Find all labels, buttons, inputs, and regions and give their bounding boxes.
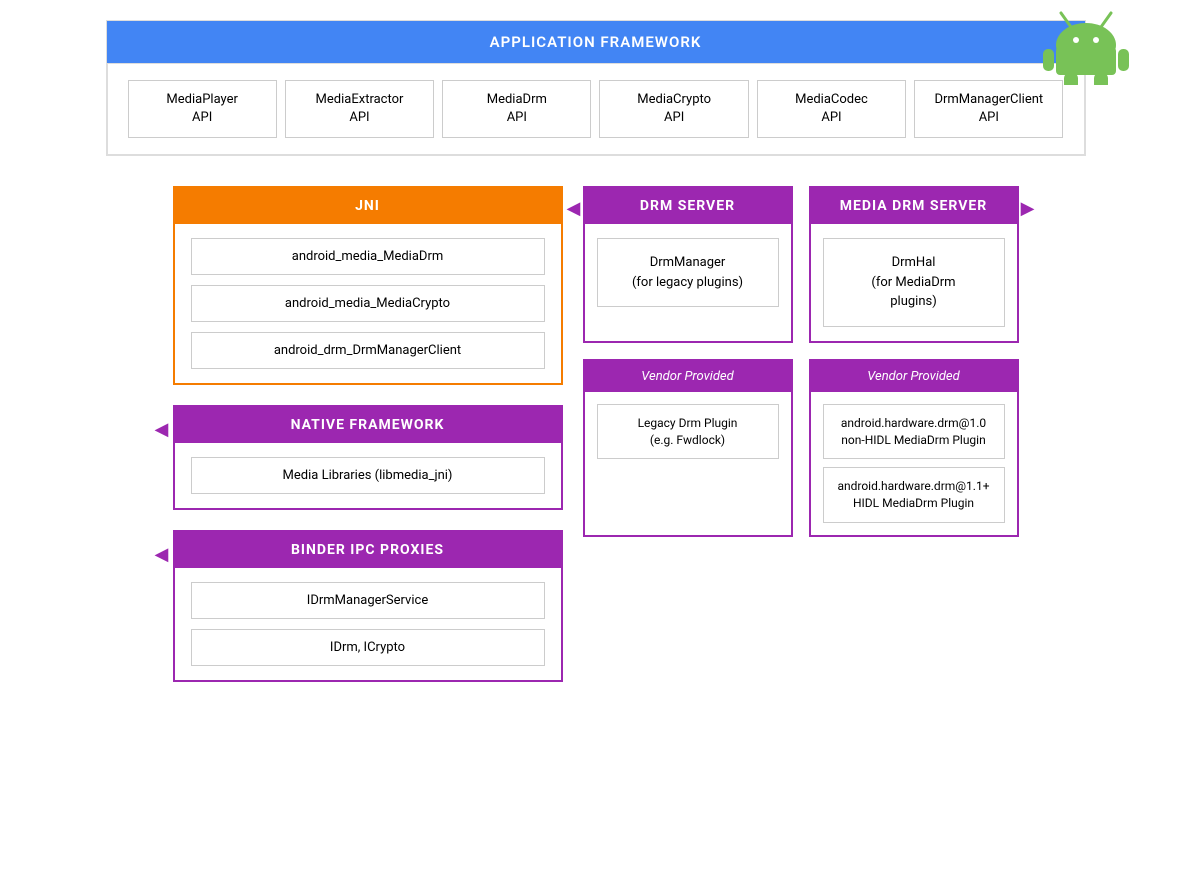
right-columns-wrapper: ◀ DRM SERVER DrmManager(for legacy plugi… — [583, 186, 1019, 682]
native-framework-item-1: Media Libraries (libmedia_jni) — [191, 457, 545, 494]
native-framework-body: Media Libraries (libmedia_jni) — [175, 443, 561, 508]
mediaplayer-api: MediaPlayerAPI — [128, 80, 277, 138]
jni-header: JNI — [175, 188, 561, 224]
media-drm-server-header: MEDIA DRM SERVER — [811, 188, 1017, 224]
binder-ipc-section: ◀ BINDER IPC PROXIES IDrmManagerService … — [173, 530, 563, 682]
mediadrm-api: MediaDrmAPI — [442, 80, 591, 138]
app-framework-body: MediaPlayerAPI MediaExtractorAPI MediaDr… — [107, 63, 1085, 155]
left-column: JNI android_media_MediaDrm android_media… — [173, 186, 563, 682]
native-framework-arrow: ◀ — [155, 419, 169, 440]
mediacodec-api: MediaCodecAPI — [757, 80, 906, 138]
main-content: JNI android_media_MediaDrm android_media… — [60, 186, 1131, 682]
native-framework-header: NATIVE FRAMEWORK — [175, 407, 561, 443]
media-drm-server-item: DrmHal(for MediaDrmplugins) — [823, 238, 1005, 327]
media-drm-server-body: DrmHal(for MediaDrmplugins) — [811, 224, 1017, 341]
app-framework-section: APPLICATION FRAMEWORK MediaPlayerAPI Med… — [106, 20, 1086, 156]
drm-server-section: ◀ DRM SERVER DrmManager(for legacy plugi… — [583, 186, 793, 343]
native-framework-section: ◀ NATIVE FRAMEWORK Media Libraries (libm… — [173, 405, 563, 510]
media-drm-server-section: ▶ MEDIA DRM SERVER DrmHal(for MediaDrmpl… — [809, 186, 1019, 343]
binder-ipc-arrow: ◀ — [155, 544, 169, 565]
binder-ipc-body: IDrmManagerService IDrm, ICrypto — [175, 568, 561, 680]
jni-body: android_media_MediaDrm android_media_Med… — [175, 224, 561, 383]
jni-item-3: android_drm_DrmManagerClient — [191, 332, 545, 369]
drmmanagerclient-api: DrmManagerClientAPI — [914, 80, 1063, 138]
binder-ipc-header: BINDER IPC PROXIES — [175, 532, 561, 568]
vendor-provided-2-section: Vendor Provided android.hardware.drm@1.0… — [809, 359, 1019, 537]
drm-server-item: DrmManager(for legacy plugins) — [597, 238, 779, 307]
jni-section: JNI android_media_MediaDrm android_media… — [173, 186, 563, 385]
vendor-provided-1-header: Vendor Provided — [585, 361, 791, 392]
vendor-provided-2-body: android.hardware.drm@1.0non-HIDL MediaDr… — [811, 392, 1017, 535]
right-row-top: ◀ DRM SERVER DrmManager(for legacy plugi… — [583, 186, 1019, 343]
vendor-provided-2-item-2: android.hardware.drm@1.1+HIDL MediaDrm P… — [823, 467, 1005, 523]
diagram-container: APPLICATION FRAMEWORK MediaPlayerAPI Med… — [0, 0, 1191, 890]
drm-server-header: DRM SERVER — [585, 188, 791, 224]
media-drm-server-arrow: ▶ — [1021, 198, 1035, 219]
jni-item-1: android_media_MediaDrm — [191, 238, 545, 275]
drm-server-body: DrmManager(for legacy plugins) — [585, 224, 791, 321]
vendor-provided-2-item-1: android.hardware.drm@1.0non-HIDL MediaDr… — [823, 404, 1005, 460]
binder-ipc-item-1: IDrmManagerService — [191, 582, 545, 619]
drm-server-arrow: ◀ — [567, 198, 581, 219]
app-framework-header: APPLICATION FRAMEWORK — [107, 21, 1085, 63]
android-logo — [1041, 5, 1131, 85]
mediacrypto-api: MediaCryptoAPI — [599, 80, 748, 138]
right-row-bottom: Vendor Provided Legacy Drm Plugin(e.g. F… — [583, 359, 1019, 537]
jni-item-2: android_media_MediaCrypto — [191, 285, 545, 322]
vendor-provided-1-item-1: Legacy Drm Plugin(e.g. Fwdlock) — [597, 404, 779, 460]
vendor-provided-1-body: Legacy Drm Plugin(e.g. Fwdlock) — [585, 392, 791, 472]
mediaextractor-api: MediaExtractorAPI — [285, 80, 434, 138]
vendor-provided-2-header: Vendor Provided — [811, 361, 1017, 392]
vendor-provided-1-section: Vendor Provided Legacy Drm Plugin(e.g. F… — [583, 359, 793, 537]
binder-ipc-item-2: IDrm, ICrypto — [191, 629, 545, 666]
